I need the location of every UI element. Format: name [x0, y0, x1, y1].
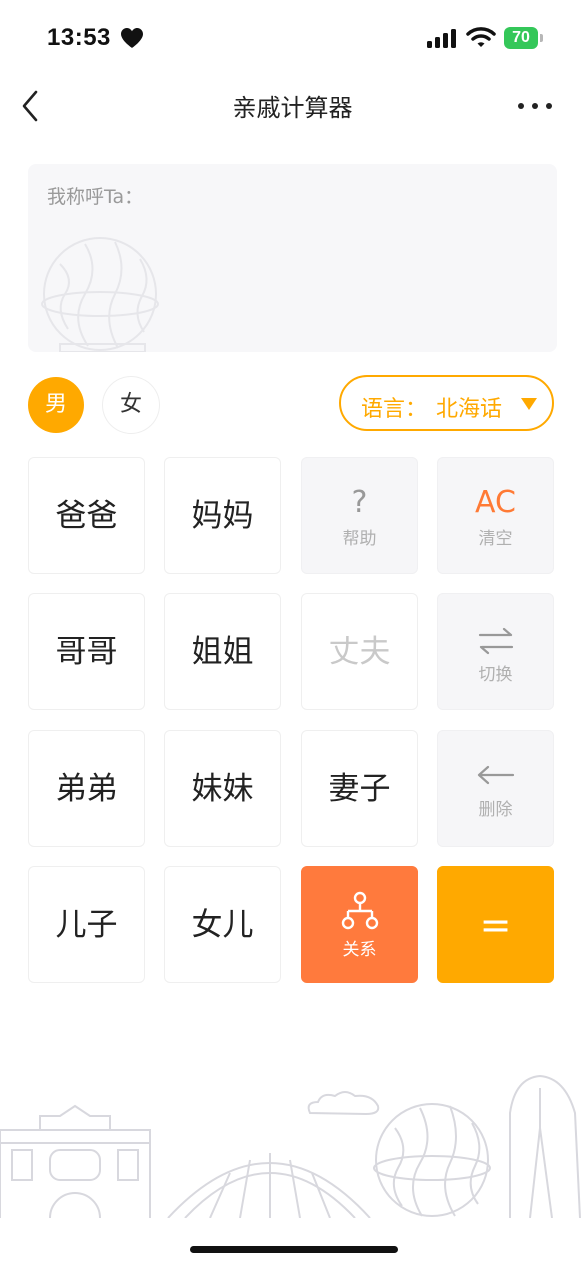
display-prompt: 我称呼Ta：: [47, 186, 144, 208]
back-arrow-icon: [477, 765, 514, 785]
city-skyline-decoration: [0, 1074, 581, 1218]
globe-decoration: [41, 237, 159, 352]
home-indicator: [190, 1246, 398, 1253]
swap-icon: [478, 627, 513, 655]
key-dad-label: 爸爸: [55, 498, 118, 534]
key-dad[interactable]: 爸爸: [28, 457, 145, 574]
gender-female-button[interactable]: 女: [103, 377, 159, 433]
key-son-label: 儿子: [55, 907, 118, 943]
key-younger-sister-label: 妹妹: [191, 771, 254, 807]
equals-label: =: [479, 903, 512, 947]
key-mom[interactable]: 妈妈: [164, 457, 281, 574]
language-label: 语言：: [361, 397, 428, 422]
key-elder-brother[interactable]: 哥哥: [28, 593, 145, 710]
key-elder-sister[interactable]: 姐姐: [164, 593, 281, 710]
key-elder-brother-label: 哥哥: [55, 634, 118, 670]
delete-label: 删除: [478, 800, 513, 820]
heart-icon: [121, 28, 143, 48]
more-icon[interactable]: [515, 94, 555, 118]
switch-label: 切换: [478, 665, 513, 685]
key-husband[interactable]: 丈夫: [301, 593, 418, 710]
key-younger-sister[interactable]: 妹妹: [164, 730, 281, 847]
relation-label: 关系: [342, 940, 377, 960]
gender-male-button[interactable]: 男: [28, 377, 84, 433]
delete-button[interactable]: 删除: [437, 730, 554, 847]
key-mom-label: 妈妈: [191, 498, 254, 534]
key-younger-brother[interactable]: 弟弟: [28, 730, 145, 847]
caret-down-icon: [521, 398, 537, 410]
key-daughter[interactable]: 女儿: [164, 866, 281, 983]
switch-button[interactable]: 切换: [437, 593, 554, 710]
battery-icon: 70: [504, 27, 544, 49]
key-son[interactable]: 儿子: [28, 866, 145, 983]
relation-button[interactable]: 关系: [301, 866, 418, 983]
page-title: 亲戚计算器: [232, 94, 353, 122]
clear-label: 清空: [478, 529, 513, 549]
clear-button[interactable]: AC 清空: [437, 457, 554, 574]
help-label: 帮助: [342, 529, 377, 549]
language-select[interactable]: 语言： 北海话: [339, 375, 554, 431]
signal-icon: [427, 29, 456, 48]
equals-button[interactable]: =: [437, 866, 554, 983]
key-younger-brother-label: 弟弟: [55, 771, 118, 807]
ac-label: AC: [475, 485, 516, 520]
status-bar: 13:53 70: [0, 0, 585, 78]
key-elder-sister-label: 姐姐: [191, 634, 254, 670]
help-button[interactable]: ? 帮助: [301, 457, 418, 574]
battery-percent: 70: [512, 29, 530, 46]
help-icon: ?: [351, 485, 368, 520]
key-daughter-label: 女儿: [191, 907, 254, 943]
key-wife-label: 妻子: [328, 771, 391, 807]
nav-bar: 亲戚计算器: [0, 78, 585, 134]
result-display: 我称呼Ta：: [28, 164, 557, 352]
language-value: 北海话: [436, 397, 503, 422]
wifi-icon: [466, 27, 496, 47]
status-time: 13:53: [47, 24, 111, 51]
key-husband-label: 丈夫: [328, 634, 391, 670]
key-wife[interactable]: 妻子: [301, 730, 418, 847]
relation-tree-icon: [341, 891, 378, 930]
